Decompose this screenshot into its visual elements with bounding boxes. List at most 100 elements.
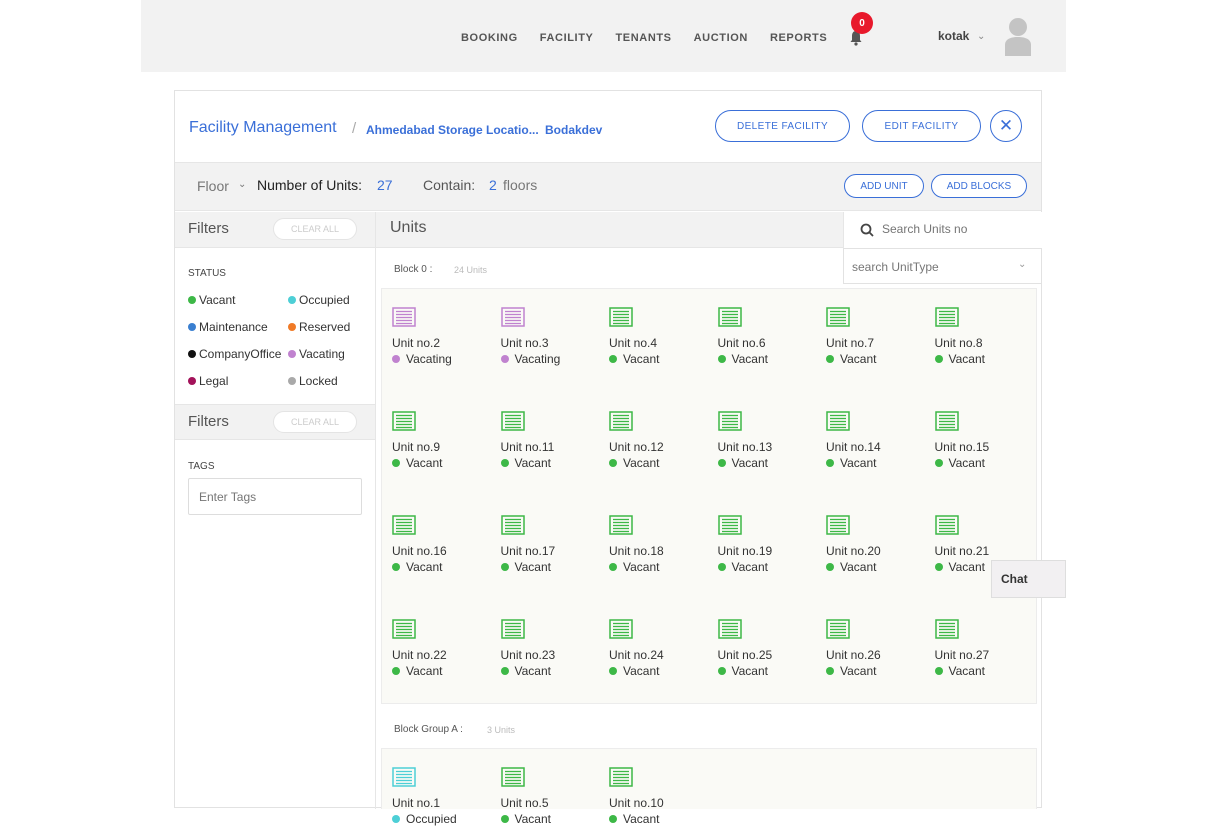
status-dot bbox=[609, 563, 617, 571]
unit-status-label: Vacant bbox=[840, 456, 877, 470]
delete-facility-button[interactable]: DELETE FACILITY bbox=[715, 110, 850, 142]
units-title: Units bbox=[390, 219, 427, 236]
unit-card[interactable]: Unit no.24 Vacant bbox=[604, 619, 704, 689]
chat-button[interactable]: Chat bbox=[991, 560, 1066, 598]
status-filter-header: Filters CLEAR ALL bbox=[175, 212, 375, 248]
avatar[interactable] bbox=[1003, 16, 1033, 56]
unit-card[interactable]: Unit no.26 Vacant bbox=[821, 619, 921, 689]
storage-unit-icon bbox=[934, 619, 959, 639]
floor-dropdown[interactable]: Floor bbox=[197, 178, 229, 194]
legend-label: Vacating bbox=[299, 346, 345, 361]
legend-item-reserved[interactable]: Reserved bbox=[288, 313, 368, 340]
unit-card[interactable]: Unit no.8 Vacant bbox=[930, 307, 1030, 377]
nav-reports[interactable]: REPORTS bbox=[770, 32, 827, 44]
nav-booking[interactable]: BOOKING bbox=[461, 32, 518, 44]
storage-unit-icon bbox=[826, 307, 850, 327]
unit-card[interactable]: Unit no.15 Vacant bbox=[930, 411, 1030, 481]
unit-status: Vacant bbox=[392, 560, 442, 574]
nav-auction[interactable]: AUCTION bbox=[694, 32, 748, 44]
storage-unit-icon bbox=[609, 515, 633, 535]
unit-status: Occupied bbox=[392, 812, 457, 826]
unit-card[interactable]: Unit no.13 Vacant bbox=[713, 411, 813, 481]
notification-badge[interactable]: 0 bbox=[851, 12, 873, 34]
units-count-label: Number of Units: bbox=[257, 177, 363, 193]
unit-card[interactable]: Unit no.1 Occupied bbox=[387, 767, 487, 837]
facility-summary-bar: Floor ⌄ Number of Units: 27 Contain: 2 f… bbox=[175, 163, 1041, 211]
filters-sidebar: Filters CLEAR ALL STATUS Vacant Occupied… bbox=[175, 212, 376, 809]
legend-item-maintenance[interactable]: Maintenance bbox=[188, 313, 288, 340]
unit-card[interactable]: Unit no.19 Vacant bbox=[713, 515, 813, 585]
clear-all-button[interactable]: CLEAR ALL bbox=[273, 411, 357, 433]
unit-card[interactable]: Unit no.12 Vacant bbox=[604, 411, 704, 481]
unit-card[interactable]: Unit no.4 Vacant bbox=[604, 307, 704, 377]
status-dot bbox=[188, 349, 196, 358]
legend-item-occupied[interactable]: Occupied bbox=[288, 286, 368, 313]
unit-status: Vacant bbox=[500, 812, 551, 826]
unit-card[interactable]: Unit no.25 Vacant bbox=[713, 619, 813, 689]
unit-card[interactable]: Unit no.10 Vacant bbox=[604, 767, 704, 837]
unit-card[interactable]: Unit no.18 Vacant bbox=[604, 515, 704, 585]
status-dot bbox=[717, 459, 726, 467]
unit-name: Unit no.24 bbox=[609, 648, 664, 662]
nav-tenants[interactable]: TENANTS bbox=[615, 32, 671, 44]
legend-item-vacating[interactable]: Vacating bbox=[288, 340, 368, 367]
edit-facility-button[interactable]: EDIT FACILITY bbox=[862, 110, 981, 142]
unit-card[interactable]: Unit no.27 Vacant bbox=[930, 619, 1030, 689]
block-label: Block 0 : bbox=[394, 264, 433, 275]
unit-card[interactable]: Unit no.9 Vacant bbox=[387, 411, 487, 481]
unit-status: Vacant bbox=[392, 456, 442, 470]
block-unit-count: 3 Units bbox=[487, 725, 516, 735]
unit-card[interactable]: Unit no.14 Vacant bbox=[821, 411, 921, 481]
unit-status: Vacant bbox=[717, 456, 768, 470]
status-dot bbox=[826, 563, 834, 571]
unit-card[interactable]: Unit no.6 Vacant bbox=[713, 307, 813, 377]
legend-item-locked[interactable]: Locked bbox=[288, 367, 368, 394]
unit-card[interactable]: Unit no.23 Vacant bbox=[496, 619, 596, 689]
unit-card[interactable]: Unit no.22 Vacant bbox=[387, 619, 487, 689]
legend-label: Locked bbox=[299, 373, 338, 388]
storage-unit-icon bbox=[392, 411, 416, 431]
breadcrumb-location[interactable]: Ahmedabad Storage Locatio... bbox=[366, 123, 539, 137]
search-units-box bbox=[843, 212, 1042, 248]
unit-status: Vacant bbox=[826, 352, 876, 366]
legend-label: Legal bbox=[199, 373, 229, 388]
add-blocks-button[interactable]: ADD BLOCKS bbox=[931, 174, 1027, 198]
unit-status: Vacant bbox=[609, 664, 659, 678]
unit-status-label: Vacant bbox=[623, 560, 660, 574]
page-title[interactable]: Facility Management bbox=[189, 119, 337, 137]
storage-unit-icon bbox=[392, 515, 416, 535]
filters-title: Filters bbox=[188, 220, 229, 237]
unit-card[interactable]: Unit no.20 Vacant bbox=[821, 515, 921, 585]
tags-input[interactable] bbox=[188, 478, 362, 515]
unit-card[interactable]: Unit no.16 Vacant bbox=[387, 515, 487, 585]
unit-status-label: Vacant bbox=[623, 664, 660, 678]
chevron-down-icon[interactable]: ⌄ bbox=[238, 179, 246, 190]
unit-status-label: Vacant bbox=[948, 664, 985, 678]
chevron-down-icon[interactable]: ⌄ bbox=[977, 31, 985, 42]
status-dot bbox=[609, 815, 617, 823]
breadcrumb-sublocation[interactable]: Bodakdev bbox=[545, 123, 602, 137]
status-dot bbox=[188, 295, 196, 304]
status-dot bbox=[392, 355, 400, 363]
unit-card[interactable]: Unit no.17 Vacant bbox=[496, 515, 596, 585]
unit-name: Unit no.13 bbox=[717, 440, 773, 454]
search-units-input[interactable] bbox=[882, 222, 1032, 236]
unit-card[interactable]: Unit no.3 Vacating bbox=[496, 307, 596, 377]
nav-facility[interactable]: FACILITY bbox=[540, 32, 594, 44]
legend-item-company-office[interactable]: CompanyOffice bbox=[188, 340, 288, 367]
legend-item-vacant[interactable]: Vacant bbox=[188, 286, 288, 313]
panel-header: Facility Management / Ahmedabad Storage … bbox=[175, 91, 1041, 163]
unit-type-select[interactable]: search UnitType ⌄ bbox=[843, 248, 1042, 284]
close-icon[interactable]: ✕ bbox=[990, 110, 1022, 142]
unit-card[interactable]: Unit no.7 Vacant bbox=[821, 307, 921, 377]
add-unit-button[interactable]: ADD UNIT bbox=[844, 174, 924, 198]
user-menu-name[interactable]: kotak bbox=[938, 29, 969, 43]
unit-card[interactable]: Unit no.5 Vacant bbox=[496, 767, 596, 837]
unit-status-label: Vacant bbox=[623, 812, 660, 826]
legend-item-legal[interactable]: Legal bbox=[188, 367, 288, 394]
clear-all-button[interactable]: CLEAR ALL bbox=[273, 218, 357, 240]
unit-status-label: Vacant bbox=[948, 560, 985, 574]
unit-card[interactable]: Unit no.2 Vacating bbox=[387, 307, 487, 377]
status-dot bbox=[500, 815, 509, 823]
unit-card[interactable]: Unit no.11 Vacant bbox=[496, 411, 596, 481]
